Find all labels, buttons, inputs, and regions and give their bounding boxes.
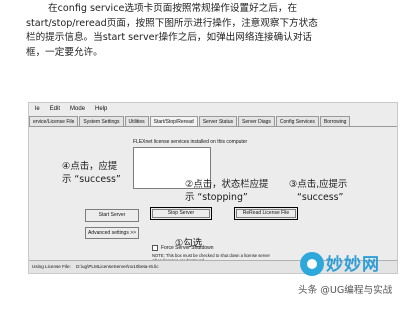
menu-mode[interactable]: Mode — [70, 106, 85, 116]
menu-bar: le Edit Mode Help — [29, 106, 107, 116]
annotation-line: ③点击,应提示 — [289, 179, 348, 190]
tab-config-services[interactable]: Config Services — [275, 116, 319, 126]
menu-file[interactable]: le — [35, 106, 40, 116]
tab-server-diags[interactable]: Server Diags — [238, 116, 275, 126]
annotation-step3: ③点击,应提示 “success” — [289, 178, 347, 204]
annotation-line: ④点击，应提 — [62, 161, 118, 172]
menu-edit[interactable]: Edit — [50, 106, 60, 116]
instruction-text: 在config service选项卡页面按照常规操作设置好之后，在 start/… — [26, 2, 396, 60]
tab-start-stop-reread[interactable]: Start/Stop/Reread — [149, 116, 198, 126]
stop-server-button[interactable]: Stop Server — [150, 207, 212, 220]
instruction-line: 在config service选项卡页面按照常规操作设置好之后，在 — [48, 3, 298, 14]
annotation-step4: ④点击，应提 示 “success” — [62, 160, 121, 186]
annotation-line: “success” — [297, 192, 344, 203]
instruction-line: 栏的提示信息。当start server操作之后，如弹出网络连接确认对话 — [26, 32, 313, 43]
watermark-logo-icon — [300, 252, 324, 276]
annotation-step1: ①勾选 — [175, 238, 203, 249]
tab-server-status[interactable]: Server Status — [198, 116, 237, 126]
force-shutdown-checkbox[interactable] — [152, 245, 158, 251]
annotation-line: 示 “success” — [62, 174, 121, 185]
tab-system-settings[interactable]: System Settings — [79, 116, 124, 126]
instruction-line: start/stop/reread页面，按照下图所示进行操作，注意观察下方状态 — [26, 17, 318, 29]
menu-help[interactable]: Help — [95, 106, 107, 116]
instruction-line: 框，一定要允许。 — [26, 46, 103, 58]
tab-service-license-file[interactable]: ervice/License File — [29, 116, 79, 126]
annotation-line: 示 “stopping” — [185, 192, 248, 203]
tab-strip: ervice/License File System Settings Util… — [29, 116, 397, 127]
status-label: Using License File: — [32, 264, 71, 269]
advanced-settings-button[interactable]: Advanced settings >> — [85, 227, 139, 239]
tab-borrowing[interactable]: Borrowing — [319, 116, 351, 126]
status-value: D:\ug\PLMLicenseServer\nx10beta-r6.lic — [76, 264, 159, 269]
services-list-caption: FLEXnet license services installed on th… — [133, 139, 248, 145]
watermark-title: 妙妙网 — [326, 255, 380, 275]
reread-license-file-button[interactable]: ReRead License File — [234, 207, 298, 220]
tab-utilities[interactable]: Utilities — [124, 116, 149, 126]
annotation-step2: ②点击，状态栏应提 示 “stopping” — [185, 178, 268, 204]
watermark-subtitle: 头条 @UG编程与实战 — [298, 285, 393, 296]
annotation-line: ②点击，状态栏应提 — [185, 179, 269, 190]
start-server-button[interactable]: Start Server — [85, 209, 139, 222]
